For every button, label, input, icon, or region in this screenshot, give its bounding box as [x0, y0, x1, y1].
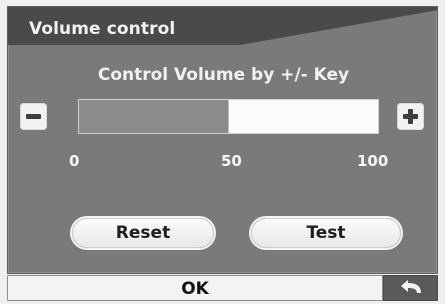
window-title: Volume control [29, 19, 176, 39]
plus-icon [403, 109, 418, 124]
volume-increase-button[interactable] [397, 103, 424, 130]
ok-button[interactable]: OK [7, 275, 383, 301]
back-button[interactable] [383, 275, 438, 301]
bottom-action-bar: OK [7, 275, 438, 301]
volume-instruction: Control Volume by +/- Key [97, 65, 350, 85]
volume-tick-mid: 50 [221, 152, 242, 170]
volume-control-panel: Volume control Control Volume by +/- Key… [7, 6, 438, 274]
reset-button[interactable]: Reset [72, 218, 214, 248]
volume-slider-fill [79, 100, 229, 133]
test-button[interactable]: Test [251, 218, 401, 248]
volume-control-dialog-frame: Volume control Control Volume by +/- Key… [0, 0, 445, 304]
back-arrow-icon [401, 280, 421, 293]
volume-tick-max: 100 [357, 152, 389, 170]
minus-icon [26, 114, 41, 119]
volume-decrease-button[interactable] [20, 103, 47, 130]
volume-slider[interactable] [78, 99, 379, 134]
volume-tick-min: 0 [69, 152, 80, 170]
title-bar: Volume control [8, 7, 437, 47]
